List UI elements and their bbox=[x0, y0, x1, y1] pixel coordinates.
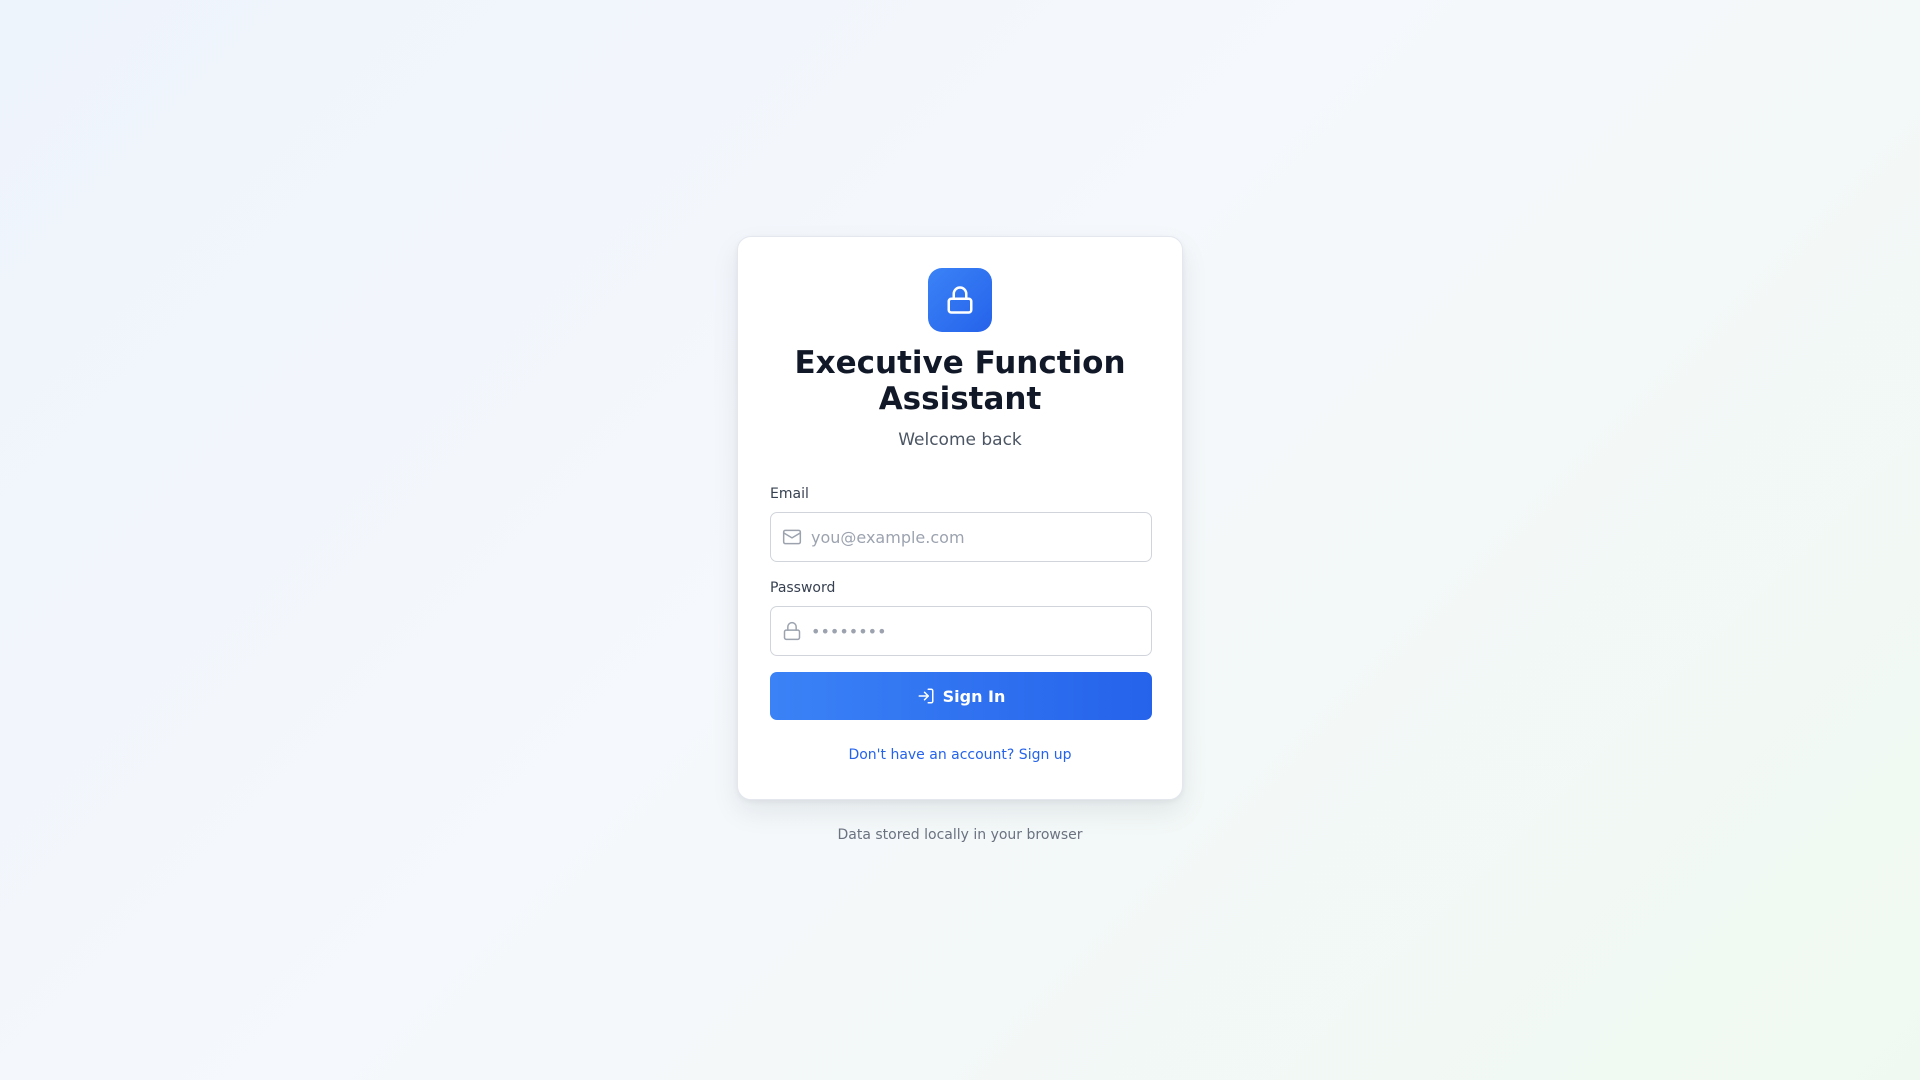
sign-in-label: Sign In bbox=[942, 686, 1006, 706]
password-label: Password bbox=[770, 580, 836, 596]
app-logo bbox=[928, 268, 992, 332]
login-card: Executive Function Assistant Welcome bac… bbox=[737, 236, 1183, 800]
log-in-icon bbox=[918, 688, 934, 704]
page-title: Executive Function Assistant bbox=[794, 345, 1126, 417]
lock-icon bbox=[947, 286, 973, 314]
mail-icon bbox=[782, 529, 802, 545]
password-field-wrapper bbox=[770, 606, 1152, 656]
sign-in-button[interactable]: Sign In bbox=[770, 672, 1152, 720]
lock-icon bbox=[783, 621, 801, 641]
storage-note: Data stored locally in your browser bbox=[837, 827, 1083, 843]
page-background: Executive Function Assistant Welcome bac… bbox=[0, 0, 1920, 1080]
password-input[interactable] bbox=[811, 607, 1141, 655]
email-field-wrapper bbox=[770, 512, 1152, 562]
email-input[interactable] bbox=[811, 513, 1141, 561]
email-label: Email bbox=[770, 486, 809, 502]
page-subtitle: Welcome back bbox=[898, 430, 1022, 450]
sign-up-link[interactable]: Don't have an account? Sign up bbox=[738, 746, 1182, 764]
